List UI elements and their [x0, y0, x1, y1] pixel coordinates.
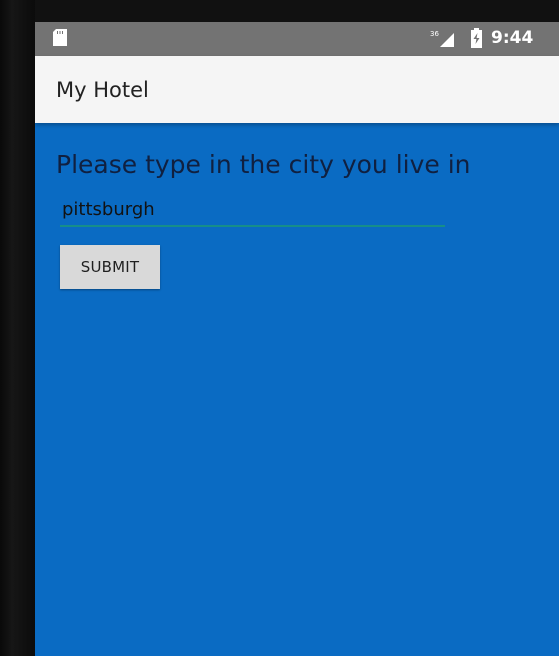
- city-input[interactable]: [60, 197, 445, 227]
- signal-strength-icon: 36: [430, 30, 454, 47]
- battery-icon: [471, 28, 482, 48]
- main-content: Please type in the city you live in SUBM…: [35, 123, 559, 656]
- device-left-bezel: [0, 0, 35, 656]
- network-type-label: 36: [430, 30, 439, 38]
- city-prompt: Please type in the city you live in: [56, 150, 471, 179]
- status-bar: 36 9:44: [35, 22, 559, 56]
- submit-button[interactable]: SUBMIT: [60, 245, 160, 289]
- sim-card-icon: [53, 29, 67, 46]
- app-bar: My Hotel: [35, 56, 559, 123]
- device-frame: 36 9:44 My Hotel Please type in the city…: [0, 0, 559, 656]
- device-top-bezel: [0, 0, 559, 22]
- phone-screen: 36 9:44 My Hotel Please type in the city…: [35, 22, 559, 656]
- app-title: My Hotel: [56, 78, 149, 102]
- status-time: 9:44: [491, 28, 534, 48]
